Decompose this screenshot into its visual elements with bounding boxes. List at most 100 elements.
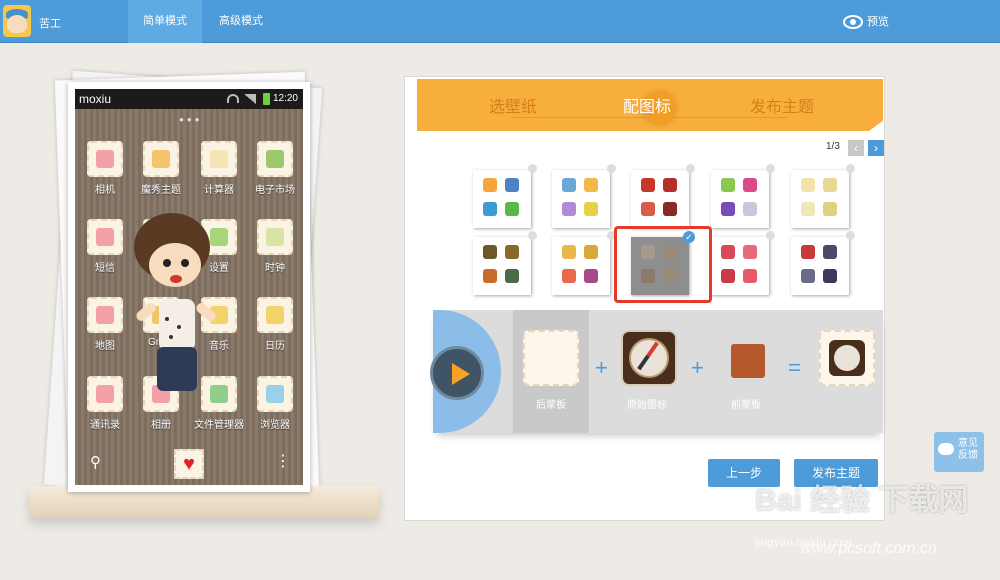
play-icon — [452, 363, 470, 385]
globe-icon — [257, 376, 293, 412]
icon-composer: 后蒙板 + 原始图标 + 前蒙板 = — [430, 310, 883, 433]
app-globe[interactable]: 浏览器 — [247, 376, 303, 431]
theme-icon-thumb — [823, 245, 837, 259]
theme-icon-thumb — [721, 245, 735, 259]
theme-icon-thumb — [641, 178, 655, 192]
theme-icon-thumb — [483, 245, 497, 259]
step-choose-wallpaper[interactable]: 选壁纸 — [489, 93, 537, 117]
next-page-button[interactable]: › — [868, 140, 884, 156]
theme-option[interactable] — [791, 231, 855, 295]
theme-icon-thumb — [721, 202, 735, 216]
theme-icon-thumb — [505, 178, 519, 192]
plus-sign: + — [691, 355, 704, 380]
status-bar: moxiu 12:20 — [75, 89, 303, 109]
search-icon[interactable]: ⚲ — [90, 453, 101, 471]
app-label: 通讯录 — [90, 420, 120, 431]
theme-icon-thumb — [505, 202, 519, 216]
front-mask-preview[interactable] — [731, 344, 765, 378]
radio-indicator — [846, 164, 855, 173]
theme-option[interactable] — [711, 231, 775, 295]
heart-icon[interactable]: ♥ — [174, 449, 204, 479]
preview-label: 预览 — [867, 16, 889, 28]
tab-advanced-mode[interactable]: 高级模式 — [206, 0, 276, 43]
watermark-logo: Bai 经验 下载网 — [755, 484, 969, 517]
back-mask-label: 后蒙板 — [536, 400, 566, 411]
radio-indicator — [607, 164, 616, 173]
app-label: 地图 — [95, 341, 115, 352]
app-android[interactable]: 电子市场 — [247, 141, 303, 196]
theme-option[interactable] — [552, 231, 616, 295]
theme-icon-thumb — [562, 202, 576, 216]
theme-icon-thumb — [743, 178, 757, 192]
play-button[interactable] — [430, 346, 484, 400]
prev-page-button[interactable]: ‹ — [848, 140, 864, 156]
app-label: 魔秀主题 — [141, 185, 181, 196]
theme-icon-thumb — [562, 245, 576, 259]
original-icon[interactable] — [621, 330, 677, 386]
battery-icon — [263, 93, 270, 105]
step-publish-theme[interactable]: 发布主题 — [750, 93, 814, 117]
step-bar: 选壁纸 配图标 发布主题 — [417, 79, 883, 131]
theme-option[interactable] — [631, 164, 695, 228]
radio-indicator — [528, 231, 537, 240]
back-mask-preview — [523, 330, 579, 386]
equals-sign: = — [788, 355, 801, 380]
app-calendar[interactable]: 日历 — [247, 297, 303, 352]
phone-preview: moxiu 12:20 ●●● 相机魔秀主题计算器电子市场短信拨号设置时钟地图G… — [68, 82, 310, 492]
app-label: 日历 — [265, 341, 285, 352]
theme-option[interactable] — [552, 164, 616, 228]
top-bar: 苦工 简单模式 高级模式 预览 — [0, 0, 1000, 43]
theme-icon-thumb — [584, 245, 598, 259]
page-indicator: 1/3 — [826, 141, 840, 152]
theme-icon-thumb — [505, 269, 519, 283]
app-contacts[interactable]: 通讯录 — [77, 376, 133, 431]
phone-screen: moxiu 12:20 ●●● 相机魔秀主题计算器电子市场短信拨号设置时钟地图G… — [75, 89, 303, 485]
theme-icon-thumb — [562, 178, 576, 192]
theme-icon-thumb — [801, 245, 815, 259]
theme-option[interactable] — [473, 231, 537, 295]
tab-simple-mode[interactable]: 简单模式 — [128, 0, 202, 43]
app-envelope[interactable]: 短信 — [77, 219, 133, 274]
theme-icon-thumb — [801, 178, 815, 192]
theme-option[interactable] — [711, 164, 775, 228]
app-map[interactable]: 地图 — [77, 297, 133, 352]
theme-icon-thumb — [562, 269, 576, 283]
app-label: 电子市场 — [255, 185, 295, 196]
envelope-icon — [87, 219, 123, 255]
girl-illustration — [134, 213, 216, 391]
map-icon — [87, 297, 123, 333]
app-camera[interactable]: 相机 — [77, 141, 133, 196]
original-icon-label: 原始图标 — [627, 400, 667, 411]
camera-icon — [87, 141, 123, 177]
preview-button[interactable]: 预览 — [843, 12, 889, 32]
user-avatar[interactable] — [3, 5, 31, 37]
app-label: 短信 — [95, 263, 115, 274]
feedback-button[interactable]: 意见 反馈 — [934, 432, 984, 472]
theme-wizard-panel: 选壁纸 配图标 发布主题 1/3 ‹ › ✓ 后蒙板 + 原始图标 + 前蒙板 … — [404, 76, 885, 521]
theme-option[interactable] — [473, 164, 537, 228]
chat-icon — [938, 443, 954, 455]
theme-icon-thumb — [743, 202, 757, 216]
radio-indicator — [686, 164, 695, 173]
theme-icon-thumb — [483, 202, 497, 216]
more-icon[interactable]: ⋮ — [275, 451, 291, 471]
contacts-icon — [87, 376, 123, 412]
theme-option[interactable] — [791, 164, 855, 228]
app-flower[interactable]: 魔秀主题 — [133, 141, 189, 196]
theme-icon-thumb — [743, 269, 757, 283]
app-label: 相机 — [95, 185, 115, 196]
signal-icon — [244, 94, 256, 104]
step-match-icons[interactable]: 配图标 — [623, 93, 671, 117]
app-label: 计算器 — [204, 185, 234, 196]
theme-icon-thumb — [663, 178, 677, 192]
radio-indicator — [766, 164, 775, 173]
calendar-icon — [257, 297, 293, 333]
app-calculator[interactable]: 计算器 — [191, 141, 247, 196]
theme-icon-thumb — [584, 202, 598, 216]
carrier-label: moxiu — [79, 92, 112, 106]
clock-icon — [257, 219, 293, 255]
theme-icon-thumb — [801, 269, 815, 283]
app-clock[interactable]: 时钟 — [247, 219, 303, 274]
clock-time: 12:20 — [272, 93, 298, 104]
watermark-site: www.pcsoft.com.cn — [800, 540, 937, 557]
